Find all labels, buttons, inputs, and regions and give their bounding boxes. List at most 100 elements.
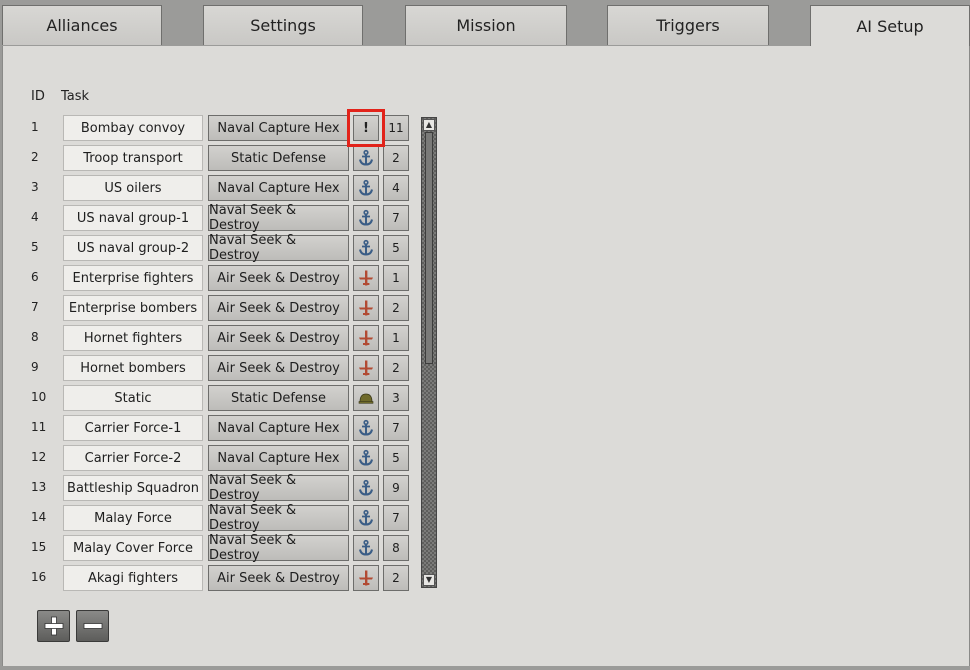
row-id: 9 [31,360,39,374]
table-row: 14 Malay Force Naval Seek & Destroy 7 [0,503,440,533]
task-name-field[interactable]: Enterprise fighters [63,265,203,291]
task-type-button[interactable]: Air Seek & Destroy [208,265,349,291]
list-scrollbar[interactable]: ▲ ▼ [421,117,437,588]
task-name-field[interactable]: Akagi fighters [63,565,203,591]
task-type-button[interactable]: Naval Capture Hex [208,415,349,441]
task-name-field[interactable]: US oilers [63,175,203,201]
table-row: 2 Troop transport Static Defense 2 [0,145,440,171]
anchor-icon [357,209,375,227]
task-type-button[interactable]: Air Seek & Destroy [208,295,349,321]
table-row: 7 Enterprise bombers Air Seek & Destroy 2 [0,295,440,321]
task-name-field[interactable]: Static [63,385,203,411]
task-name-field[interactable]: Hornet fighters [63,325,203,351]
unit-count-button[interactable]: 2 [383,565,409,591]
unit-count-button[interactable]: 1 [383,265,409,291]
unit-count-button[interactable]: 2 [383,145,409,171]
task-name-field[interactable]: Battleship Squadron [63,475,203,501]
unit-count-button[interactable]: 4 [383,175,409,201]
table-row: 13 Battleship Squadron Naval Seek & Destro… [0,473,440,503]
task-name-field[interactable]: Troop transport [63,145,203,171]
task-type-button[interactable]: Air Seek & Destroy [208,355,349,381]
scroll-thumb[interactable] [425,132,433,364]
task-type-button[interactable]: Static Defense [208,145,349,171]
airplane-icon [357,359,375,377]
table-row: 11 Carrier Force-1 Naval Capture Hex 7 [0,415,440,441]
task-type-button[interactable]: Air Seek & Destroy [208,325,349,351]
unit-type-button[interactable] [353,265,379,291]
task-type-button[interactable]: Naval Seek & Destroy [208,533,349,563]
unit-type-button[interactable] [353,445,379,471]
task-type-button[interactable]: Air Seek & Destroy [208,565,349,591]
unit-type-button[interactable] [353,295,379,321]
tab-ai-setup[interactable]: AI Setup [810,5,970,47]
task-type-button[interactable]: Static Defense [208,385,349,411]
anchor-icon [357,419,375,437]
unit-count-button[interactable]: 8 [383,535,409,561]
unit-count-button[interactable]: 7 [383,505,409,531]
task-type-button[interactable]: Naval Seek & Destroy [208,473,349,503]
unit-type-button[interactable] [353,415,379,441]
task-name-field[interactable]: Carrier Force-1 [63,415,203,441]
unit-type-button[interactable] [353,385,379,411]
tab-triggers[interactable]: Triggers [607,5,769,45]
column-header-id: ID [31,89,45,104]
unit-count-button[interactable]: 11 [383,115,409,141]
add-task-button[interactable] [37,610,70,642]
anchor-icon [357,479,375,497]
task-name-field[interactable]: Bombay convoy [63,115,203,141]
row-id: 13 [31,480,47,494]
task-type-button[interactable]: Naval Seek & Destroy [208,203,349,233]
unit-type-button[interactable] [353,535,379,561]
task-type-button[interactable]: Naval Capture Hex [208,115,349,141]
unit-type-button[interactable] [353,505,379,531]
unit-type-button[interactable] [353,145,379,171]
task-type-button[interactable]: Naval Seek & Destroy [208,233,349,263]
task-name-field[interactable]: Malay Cover Force [63,535,203,561]
task-name-field[interactable]: Enterprise bombers [63,295,203,321]
scroll-up-arrow[interactable]: ▲ [423,119,435,131]
unit-count-button[interactable]: 9 [383,475,409,501]
anchor-icon [357,179,375,197]
task-name-field[interactable]: Hornet bombers [63,355,203,381]
unit-count-button[interactable]: 3 [383,385,409,411]
unit-type-button[interactable] [353,355,379,381]
unit-type-button[interactable] [353,175,379,201]
airplane-icon [357,299,375,317]
unit-count-button[interactable]: 7 [383,415,409,441]
task-type-button[interactable]: Naval Capture Hex [208,445,349,471]
table-row: 9 Hornet bombers Air Seek & Destroy 2 [0,355,440,381]
unit-count-button[interactable]: 5 [383,445,409,471]
tab-mission[interactable]: Mission [405,5,567,45]
row-id: 2 [31,150,39,164]
anchor-icon [357,509,375,527]
unit-type-button[interactable] [353,475,379,501]
tab-alliances[interactable]: Alliances [2,5,162,45]
unit-type-button[interactable] [353,325,379,351]
tab-bar: Alliances Settings Mission Triggers AI S… [0,0,970,47]
task-name-field[interactable]: Carrier Force-2 [63,445,203,471]
unit-type-button[interactable] [353,205,379,231]
plus-icon [44,616,63,636]
table-row: 5 US naval group-2 Naval Seek & Destroy 5 [0,233,440,263]
unit-count-button[interactable]: 2 [383,295,409,321]
unit-count-button[interactable]: 7 [383,205,409,231]
task-type-button[interactable]: Naval Capture Hex [208,175,349,201]
unit-count-button[interactable]: 1 [383,325,409,351]
column-header-task: Task [61,89,90,104]
unit-type-button[interactable] [353,565,379,591]
anchor-icon [357,449,375,467]
table-row: 10 Static Static Defense 3 [0,385,440,411]
row-id: 7 [31,300,39,314]
unit-type-button[interactable] [353,235,379,261]
task-name-field[interactable]: US naval group-2 [63,235,203,261]
remove-task-button[interactable] [76,610,109,642]
unit-count-button[interactable]: 2 [383,355,409,381]
table-row: 3 US oilers Naval Capture Hex 4 [0,175,440,201]
table-row: 6 Enterprise fighters Air Seek & Destroy 1 [0,265,440,291]
scroll-down-arrow[interactable]: ▼ [423,574,435,586]
tab-settings[interactable]: Settings [203,5,363,45]
task-name-field[interactable]: Malay Force [63,505,203,531]
task-type-button[interactable]: Naval Seek & Destroy [208,503,349,533]
task-name-field[interactable]: US naval group-1 [63,205,203,231]
unit-count-button[interactable]: 5 [383,235,409,261]
